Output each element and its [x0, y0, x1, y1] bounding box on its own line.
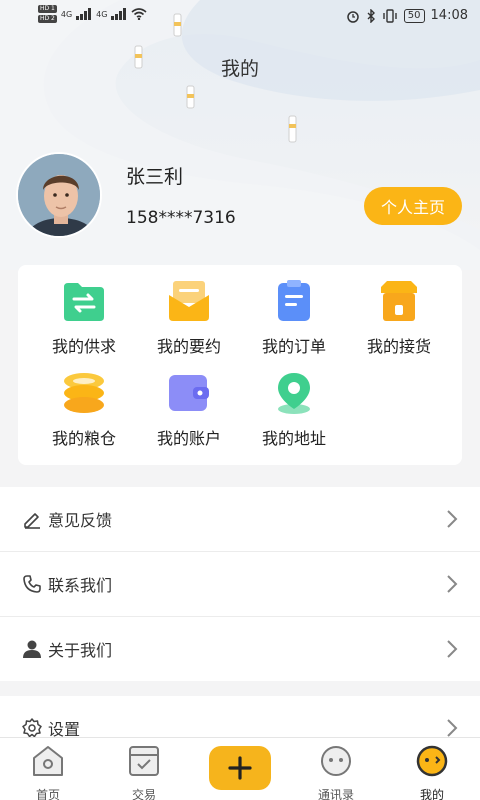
wifi-icon: [131, 8, 147, 20]
user-name: 张三利: [126, 166, 184, 188]
tab-contacts[interactable]: 通讯录: [296, 744, 376, 800]
shop-box-icon: [381, 281, 417, 321]
chat-bubble-icon: [321, 746, 351, 776]
tab-label: 通讯录: [317, 788, 354, 800]
bottom-tab-bar: 首页 交易 通讯录 我的: [0, 737, 480, 800]
user-icon: [23, 640, 41, 658]
chevron-right-icon: [447, 640, 458, 658]
plus-icon: [228, 756, 252, 780]
vibrate-icon: [383, 8, 397, 23]
add-button[interactable]: [209, 746, 271, 790]
profile-face-icon: [416, 745, 448, 777]
mail-envelope-icon: [169, 281, 209, 321]
status-right: 50 14:08: [346, 8, 468, 23]
alarm-icon: [347, 10, 359, 23]
menu-item-feedback[interactable]: 意见反馈: [0, 487, 480, 551]
hd2-badge: HD 2: [38, 15, 57, 23]
avatar[interactable]: [16, 152, 102, 238]
grid-item-account[interactable]: 我的账户: [139, 371, 239, 449]
menu-item-about[interactable]: 关于我们: [0, 617, 480, 681]
user-phone: 158****7316: [126, 208, 236, 228]
grid-item-supply-demand[interactable]: 我的供求: [34, 279, 134, 357]
granary-stack-icon: [64, 373, 104, 413]
edit-pen-icon: [24, 513, 40, 529]
chevron-right-icon: [447, 510, 458, 528]
trade-box-icon: [129, 746, 159, 776]
page-title: 我的: [220, 58, 259, 80]
tab-label: 我的: [419, 788, 444, 800]
profile-home-button[interactable]: 个人主页: [364, 187, 462, 225]
grid-item-orders[interactable]: 我的订单: [244, 279, 344, 357]
status-bar: HD 1 HD 2 4G 4G 50 14:08: [0, 0, 480, 34]
grid-label: 我的要约: [156, 337, 221, 356]
grid-label: 我的接货: [366, 337, 431, 356]
tab-trade[interactable]: 交易: [104, 744, 184, 800]
network-1: 4G: [60, 9, 73, 19]
hd1-badge: HD 1: [38, 5, 57, 13]
grid-label: 我的地址: [261, 429, 326, 448]
chevron-right-icon: [447, 575, 458, 593]
status-left: HD 1 HD 2 4G 4G: [38, 5, 147, 23]
menu-label: 联系我们: [48, 576, 113, 595]
signal-icon: [76, 8, 92, 20]
tab-mine[interactable]: 我的: [392, 744, 472, 800]
location-pin-icon: [278, 373, 310, 414]
grid-label: 我的账户: [156, 429, 221, 448]
folder-exchange-icon: [64, 283, 104, 321]
grid-label: 我的订单: [261, 337, 326, 356]
menu-label: 意见反馈: [48, 511, 113, 530]
menu-item-contact[interactable]: 联系我们: [0, 552, 480, 616]
grid-item-granary[interactable]: 我的粮仓: [34, 371, 134, 449]
bluetooth-icon: [367, 8, 375, 23]
grid-item-offers[interactable]: 我的要约: [139, 279, 239, 357]
function-grid: 我的供求 我的要约 我的订单 我的接货 我的粮仓 我的账户 我的地址: [18, 265, 462, 465]
menu-label: 关于我们: [48, 641, 113, 660]
signal-icon: [111, 8, 127, 20]
clock: 14:08: [430, 8, 468, 23]
chevron-right-icon: [447, 719, 458, 737]
home-icon: [33, 746, 63, 776]
grid-item-address[interactable]: 我的地址: [244, 371, 344, 449]
grid-item-receiving[interactable]: 我的接货: [349, 279, 449, 357]
grid-label: 我的粮仓: [51, 429, 116, 448]
network-2: 4G: [96, 9, 108, 19]
wallet-icon: [169, 375, 209, 411]
tab-label: 交易: [131, 788, 156, 800]
settings-gear-icon: [22, 718, 42, 738]
tab-home[interactable]: 首页: [8, 744, 88, 800]
battery-indicator: 50: [403, 8, 425, 23]
tab-label: 首页: [35, 788, 60, 800]
grid-label: 我的供求: [51, 337, 116, 356]
order-document-icon: [278, 280, 310, 321]
phone-icon: [23, 575, 41, 593]
